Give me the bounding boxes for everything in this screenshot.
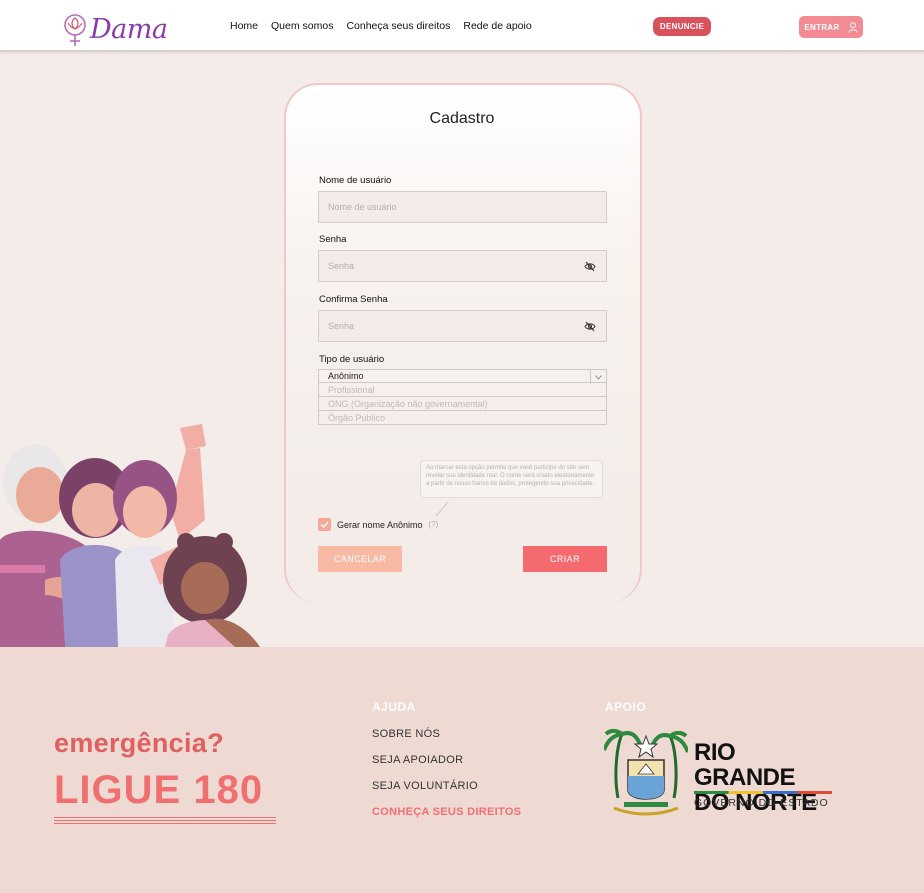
- user-icon: [848, 21, 858, 33]
- footer-link-sobre-nos[interactable]: SOBRE NÓS: [372, 728, 440, 740]
- tooltip-arrow: [435, 501, 449, 517]
- entrar-button[interactable]: ENTRAR: [799, 16, 863, 38]
- user-type-selected-label: Anônimo: [328, 371, 364, 381]
- eye-off-icon[interactable]: [584, 321, 596, 332]
- hotline-text[interactable]: LIGUE 180: [54, 768, 263, 813]
- check-icon: [320, 521, 329, 528]
- nav-rede-apoio[interactable]: Rede de apoio: [463, 20, 531, 32]
- eye-off-icon[interactable]: [584, 261, 596, 272]
- logo-text: Dama: [90, 13, 168, 45]
- user-type-option-ong[interactable]: ONG (Organização não governamental): [318, 397, 607, 411]
- rn-coat-of-arms-icon: [604, 728, 688, 816]
- user-type-label: Tipo de usuário: [319, 354, 385, 365]
- user-type-option-orgao-publico[interactable]: Órgão Público: [318, 411, 607, 425]
- nav-conheca-direitos[interactable]: Conheça seus direitos: [346, 20, 450, 32]
- denuncie-label: DENUNCIE: [659, 22, 705, 31]
- anon-checkbox-label: Gerar nome Anônimo: [337, 519, 423, 530]
- help-icon[interactable]: (?): [429, 520, 439, 529]
- cancel-button[interactable]: CANCELAR: [318, 546, 402, 572]
- user-type-selected[interactable]: Anônimo: [318, 369, 607, 384]
- support-heading: APOIO: [605, 700, 647, 714]
- anon-checkbox[interactable]: [318, 518, 331, 531]
- cancel-label: CANCELAR: [333, 554, 387, 564]
- rn-title-line1: RIO GRANDE: [694, 739, 796, 791]
- footer-link-seja-apoiador[interactable]: SEJA APOIADOR: [372, 754, 463, 766]
- help-heading: AJUDA: [372, 700, 416, 714]
- username-label: Nome de usuário: [319, 175, 392, 186]
- venus-lotus-icon: [64, 14, 86, 46]
- hotline-underline: [54, 817, 276, 826]
- main-nav: Home Quem somos Conheça seus direitos Re…: [230, 20, 532, 32]
- nav-home[interactable]: Home: [230, 20, 258, 32]
- create-label: CRIAR: [549, 554, 580, 564]
- denuncie-button[interactable]: DENUNCIE: [653, 17, 711, 36]
- username-placeholder: Nome de usuário: [328, 202, 397, 212]
- confirm-password-input[interactable]: Senha: [318, 310, 607, 342]
- women-group-illustration: [0, 410, 270, 647]
- dama-logo[interactable]: Dama: [62, 9, 168, 49]
- emergency-text: emergência?: [54, 728, 224, 758]
- rn-subtitle: GOVERNO DO ESTADO: [694, 797, 829, 809]
- anon-checkbox-row[interactable]: Gerar nome Anônimo (?): [318, 518, 438, 531]
- nav-quem-somos[interactable]: Quem somos: [271, 20, 333, 32]
- form-title: Cadastro: [429, 110, 495, 127]
- anon-tooltip: Ao marcar esta opção permite que você pa…: [420, 460, 603, 498]
- user-type-select[interactable]: Anônimo Profissional ONG (Organização nã…: [318, 369, 607, 428]
- confirm-password-placeholder: Senha: [328, 321, 355, 331]
- footer-link-conheca-direitos[interactable]: CONHEÇA SEUS DIREITOS: [372, 806, 521, 818]
- confirm-password-label: Confirma Senha: [319, 294, 388, 305]
- password-label: Senha: [319, 234, 347, 245]
- user-type-option-profissional[interactable]: Profissional: [318, 383, 607, 397]
- entrar-label: ENTRAR: [804, 22, 840, 32]
- rn-government-logo[interactable]: RIO GRANDE DO NORTE GOVERNO DO ESTADO: [604, 728, 834, 818]
- password-placeholder: Senha: [328, 261, 355, 271]
- chevron-down-icon[interactable]: [590, 370, 606, 384]
- footer-link-seja-voluntario[interactable]: SEJA VOLUNTÁRIO: [372, 780, 478, 792]
- create-button[interactable]: CRIAR: [523, 546, 607, 572]
- top-navbar: Dama Home Quem somos Conheça seus direit…: [0, 0, 924, 52]
- password-input[interactable]: Senha: [318, 250, 607, 282]
- username-input[interactable]: Nome de usuário: [318, 191, 607, 223]
